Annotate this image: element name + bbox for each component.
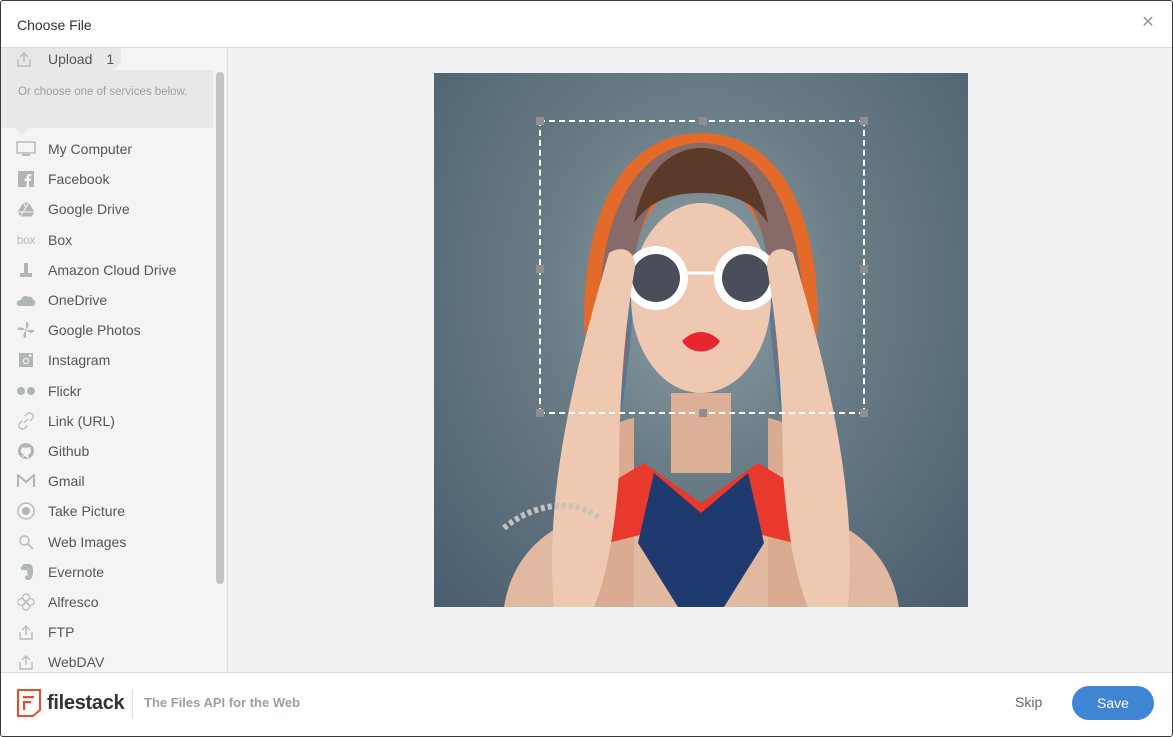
ftp-icon: [15, 623, 37, 641]
sidebar-item-label: Evernote: [48, 563, 105, 580]
sidebar-item-google-drive[interactable]: Google Drive: [1, 194, 213, 224]
gmail-icon: [15, 472, 37, 490]
skip-button[interactable]: Skip: [1015, 694, 1042, 710]
upload-count-badge: 1: [106, 51, 115, 67]
facebook-icon: [15, 170, 37, 188]
crop-handle-top-right[interactable]: [860, 117, 868, 125]
sidebar-item-label: Amazon Cloud Drive: [48, 261, 177, 278]
github-icon: [15, 442, 37, 460]
crop-handle-top[interactable]: [699, 117, 707, 125]
sidebar-item-gmail[interactable]: Gmail: [1, 466, 213, 496]
evernote-icon: [15, 563, 37, 581]
sidebar-item-label: Google Drive: [48, 201, 130, 218]
sidebar-item-take-picture[interactable]: Take Picture: [1, 496, 213, 526]
upload-icon: [15, 50, 35, 68]
crop-handle-bottom[interactable]: [699, 409, 707, 417]
sidebar-item-label: Gmail: [48, 473, 85, 490]
sidebar-item-ftp[interactable]: FTP: [1, 617, 213, 647]
crop-handle-bottom-right[interactable]: [860, 409, 868, 417]
search-icon: [15, 533, 37, 551]
dialog-title: Choose File: [17, 17, 92, 33]
sidebar-item-label: My Computer: [48, 141, 133, 158]
sidebar: Upload 1 Or choose one of services below…: [1, 48, 228, 672]
image-editor-canvas: [228, 48, 1172, 672]
upload-label: Upload: [48, 51, 93, 67]
google-drive-icon: [15, 200, 37, 218]
flickr-icon: [15, 382, 37, 400]
save-button[interactable]: Save: [1072, 686, 1154, 720]
sidebar-item-github[interactable]: Github: [1, 436, 213, 466]
sidebar-item-label: WebDAV: [48, 654, 105, 671]
camera-icon: [15, 502, 37, 521]
crop-handle-left[interactable]: [536, 265, 544, 273]
portrait-photo[interactable]: [434, 73, 968, 607]
sidebar-item-upload[interactable]: Upload 1: [15, 48, 114, 70]
monitor-icon: [15, 140, 37, 158]
sidebar-item-link-url[interactable]: Link (URL): [1, 406, 213, 436]
sidebar-item-google-photos[interactable]: Google Photos: [1, 315, 213, 345]
amazon-cloud-drive-icon: [15, 261, 37, 279]
sidebar-item-web-images[interactable]: Web Images: [1, 526, 213, 556]
sidebar-item-box[interactable]: box Box: [1, 225, 213, 255]
sidebar-item-label: Facebook: [48, 171, 110, 188]
sidebar-item-amazon-cloud-drive[interactable]: Amazon Cloud Drive: [1, 255, 213, 285]
footer-bar: filestack The Files API for the Web Skip…: [1, 672, 1172, 736]
services-hint: Or choose one of services below.: [18, 86, 188, 98]
sidebar-item-label: Flickr: [48, 382, 82, 399]
sidebar-item-my-computer[interactable]: My Computer: [1, 134, 213, 164]
brand-tagline: The Files API for the Web: [144, 695, 301, 710]
alfresco-icon: [15, 593, 37, 611]
sidebar-item-webdav[interactable]: WebDAV: [1, 647, 213, 672]
sidebar-item-label: Instagram: [48, 352, 111, 369]
close-icon[interactable]: ✕: [1138, 13, 1158, 33]
sidebar-item-label: Alfresco: [48, 593, 99, 610]
filestack-logo-icon: [17, 689, 41, 717]
sidebar-item-label: FTP: [48, 624, 75, 641]
sidebar-item-instagram[interactable]: Instagram: [1, 345, 213, 375]
sidebar-item-onedrive[interactable]: OneDrive: [1, 285, 213, 315]
crop-handle-bottom-left[interactable]: [536, 409, 544, 417]
brand-name: filestack: [47, 691, 125, 714]
google-photos-icon: [15, 321, 37, 339]
sidebar-item-alfresco[interactable]: Alfresco: [1, 587, 213, 617]
sidebar-item-evernote[interactable]: Evernote: [1, 557, 213, 587]
sidebar-item-label: Take Picture: [48, 503, 126, 520]
hint-panel: [1, 70, 213, 128]
filestack-logo: filestack: [17, 689, 125, 717]
sidebar-item-facebook[interactable]: Facebook: [1, 164, 213, 194]
services-list: My Computer Facebook Google Drive box Bo…: [1, 134, 213, 672]
sidebar-item-label: Box: [48, 231, 73, 248]
file-picker-window: Choose File ✕ Upload 1 Or choose one of …: [0, 0, 1173, 737]
instagram-icon: [15, 351, 37, 369]
link-icon: [15, 411, 37, 430]
webdav-icon: [15, 653, 37, 671]
crop-selection[interactable]: [536, 117, 868, 417]
sidebar-item-label: Google Photos: [48, 322, 141, 339]
onedrive-icon: [15, 291, 37, 309]
crop-handle-right[interactable]: [860, 265, 868, 273]
title-bar: Choose File ✕: [1, 1, 1172, 48]
sidebar-item-label: Web Images: [48, 533, 127, 550]
crop-handle-top-left[interactable]: [536, 117, 544, 125]
sidebar-item-label: Link (URL): [48, 412, 115, 429]
sidebar-item-label: Github: [48, 442, 90, 459]
sidebar-item-flickr[interactable]: Flickr: [1, 376, 213, 406]
sidebar-item-label: OneDrive: [48, 292, 108, 309]
footer-divider: [132, 690, 133, 718]
box-icon: box: [16, 232, 36, 247]
sidebar-scrollbar[interactable]: [216, 72, 224, 584]
